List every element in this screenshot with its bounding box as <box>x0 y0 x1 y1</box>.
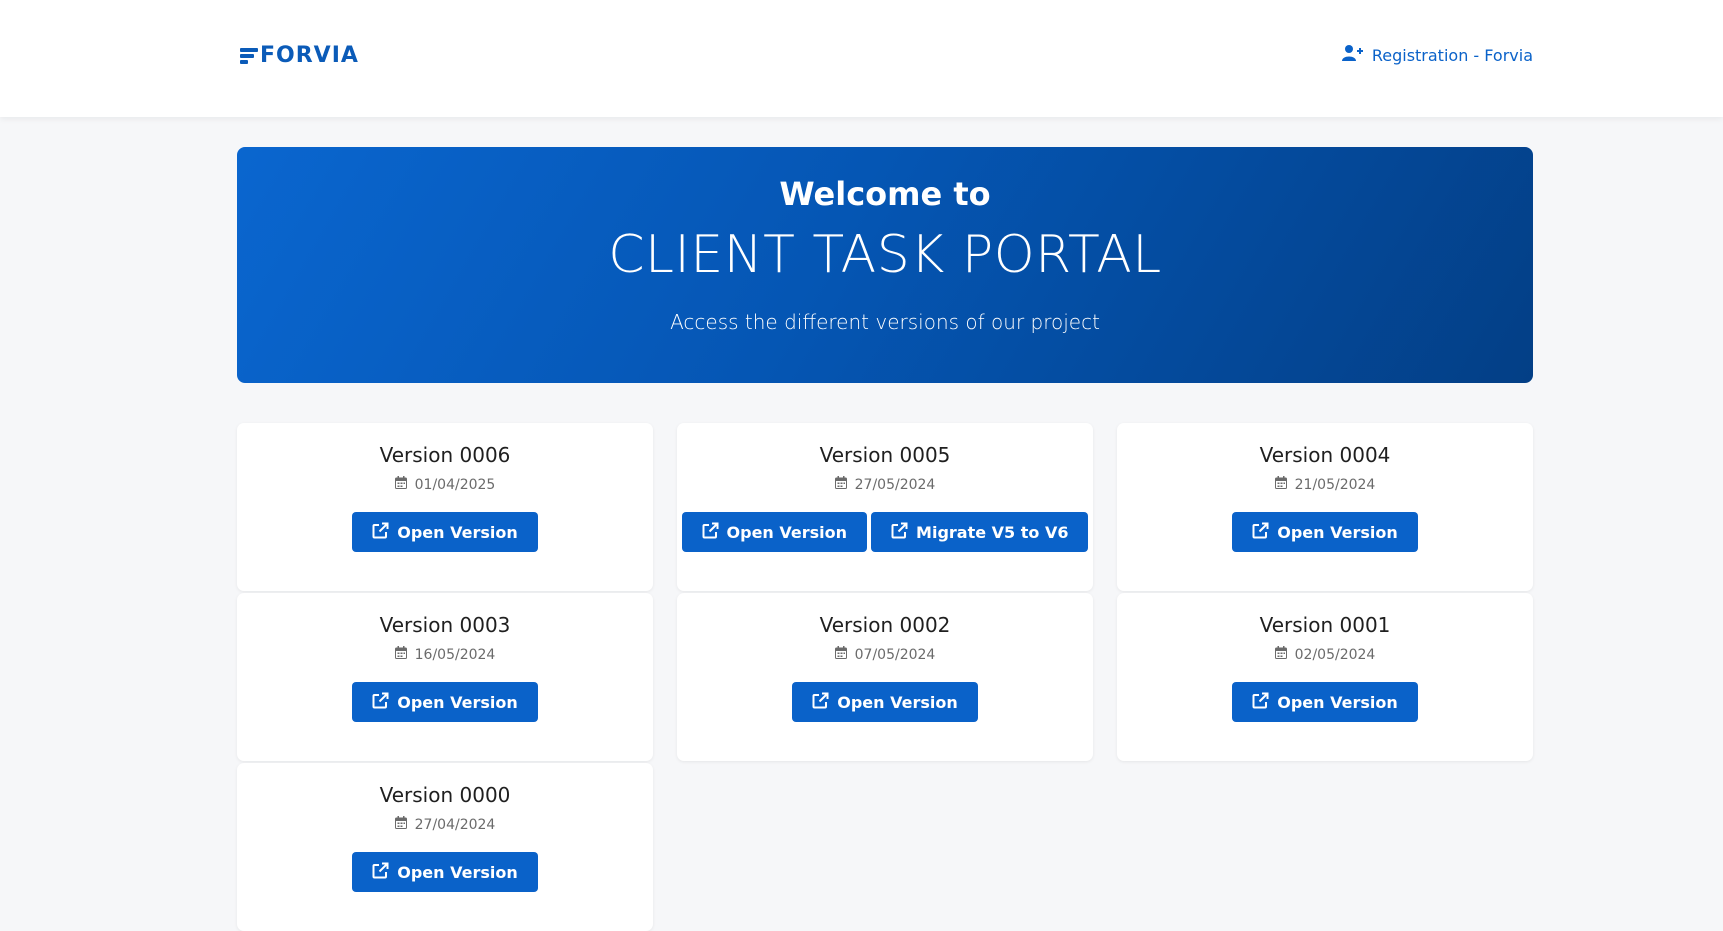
button-label: Migrate V5 to V6 <box>916 522 1069 542</box>
version-name: Version 0005 <box>819 443 951 467</box>
external-link-icon <box>372 862 389 883</box>
version-card: Version 0003 16/05/2024 Open Version <box>237 593 653 761</box>
welcome-banner: Welcome to CLIENT TASK PORTAL Access the… <box>237 147 1533 383</box>
version-date-text: 01/04/2025 <box>414 476 496 493</box>
open-version-button[interactable]: Open Version <box>681 512 868 552</box>
version-date: 01/04/2025 <box>237 476 653 493</box>
registration-label: Registration - Forvia <box>1371 45 1533 65</box>
version-date-text: 21/05/2024 <box>1294 476 1376 493</box>
version-date-text: 07/05/2024 <box>854 646 936 663</box>
version-actions: Open Version <box>677 682 1093 722</box>
logo-text: FORVIA <box>260 43 359 68</box>
version-date: 16/05/2024 <box>237 646 653 663</box>
user-plus-icon <box>1341 44 1364 66</box>
external-link-icon <box>891 522 908 543</box>
external-link-icon <box>1252 522 1269 543</box>
portal-title: CLIENT TASK PORTAL <box>608 225 1162 285</box>
version-name: Version 0002 <box>819 613 951 637</box>
button-label: Open Version <box>397 862 518 882</box>
calendar-icon <box>394 646 407 663</box>
external-link-icon <box>812 692 829 713</box>
external-link-icon <box>702 522 719 543</box>
forvia-logo-mark <box>240 47 258 65</box>
calendar-icon <box>394 816 407 833</box>
version-name: Version 0001 <box>1259 613 1391 637</box>
version-name: Version 0004 <box>1259 443 1391 467</box>
version-date-text: 27/05/2024 <box>854 476 936 493</box>
calendar-icon <box>834 476 847 493</box>
open-version-button[interactable]: Open Version <box>792 682 978 722</box>
button-label: Open Version <box>397 522 518 542</box>
calendar-icon <box>1274 476 1287 493</box>
version-actions: Open Version Migrate V5 to V6 <box>677 512 1093 552</box>
version-date-text: 27/04/2024 <box>414 816 496 833</box>
calendar-icon <box>394 476 407 493</box>
version-date: 21/05/2024 <box>1117 476 1533 493</box>
open-version-button[interactable]: Open Version <box>352 852 538 892</box>
open-version-button[interactable]: Open Version <box>1232 682 1418 722</box>
button-label: Open Version <box>1277 522 1398 542</box>
external-link-icon <box>372 522 389 543</box>
open-version-button[interactable]: Open Version <box>352 512 538 552</box>
welcome-heading: Welcome to <box>779 175 991 213</box>
version-actions: Open Version <box>237 682 653 722</box>
button-label: Open Version <box>1277 692 1398 712</box>
version-actions: Open Version <box>1117 682 1533 722</box>
version-actions: Open Version <box>1117 512 1533 552</box>
version-date: 27/04/2024 <box>237 816 653 833</box>
portal-subtitle: Access the different versions of our pro… <box>670 310 1100 334</box>
version-card: Version 0001 02/05/2024 Open Version <box>1117 593 1533 761</box>
version-card: Version 0002 07/05/2024 Open Version <box>677 593 1093 761</box>
version-date: 02/05/2024 <box>1117 646 1533 663</box>
button-label: Open Version <box>837 692 958 712</box>
forvia-logo[interactable]: FORVIA <box>240 43 359 68</box>
button-label: Open Version <box>726 522 848 542</box>
version-card: Version 0006 01/04/2025 Open Version <box>237 423 653 591</box>
version-card: Version 0005 27/05/2024 Open Version Migrat… <box>677 423 1093 591</box>
external-link-icon <box>1252 692 1269 713</box>
button-label: Open Version <box>397 692 518 712</box>
version-actions: Open Version <box>237 512 653 552</box>
calendar-icon <box>834 646 847 663</box>
version-date: 27/05/2024 <box>677 476 1093 493</box>
version-actions: Open Version <box>237 852 653 892</box>
version-date-text: 16/05/2024 <box>414 646 496 663</box>
version-date-text: 02/05/2024 <box>1294 646 1376 663</box>
version-date: 07/05/2024 <box>677 646 1093 663</box>
open-version-button[interactable]: Open Version <box>1232 512 1418 552</box>
calendar-icon <box>1274 646 1287 663</box>
version-name: Version 0003 <box>379 613 511 637</box>
version-card: Version 0004 21/05/2024 Open Version <box>1117 423 1533 591</box>
version-card: Version 0000 27/04/2024 Open Version <box>237 763 653 931</box>
registration-link[interactable]: Registration - Forvia <box>1341 44 1533 66</box>
external-link-icon <box>372 692 389 713</box>
migrate-version-button[interactable]: Migrate V5 to V6 <box>871 512 1089 552</box>
top-navbar: FORVIA Registration - Forvia <box>0 0 1723 117</box>
version-name: Version 0006 <box>379 443 511 467</box>
open-version-button[interactable]: Open Version <box>352 682 538 722</box>
version-name: Version 0000 <box>379 783 511 807</box>
